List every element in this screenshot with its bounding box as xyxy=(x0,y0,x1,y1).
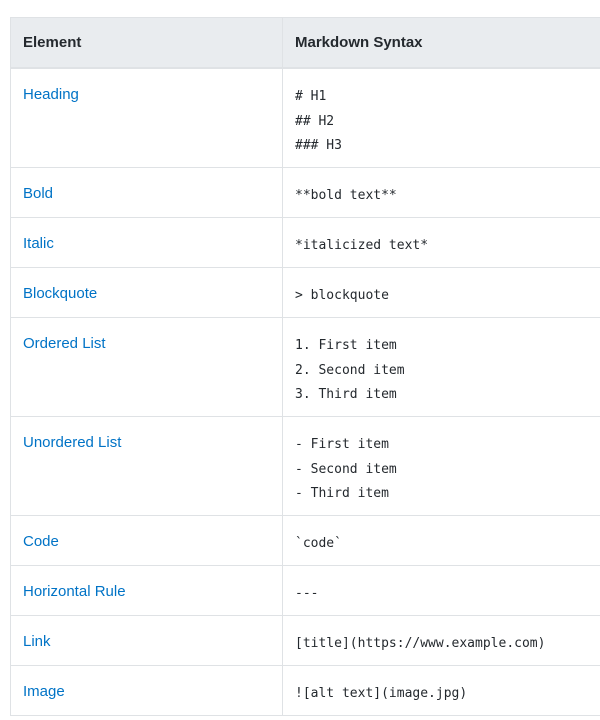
syntax-line: ![alt text](image.jpg) xyxy=(295,686,468,701)
syntax-cell: # H1 ## H2 ### H3 xyxy=(282,67,600,168)
markdown-cheatsheet-table: Element Markdown Syntax Heading # H1 ## … xyxy=(10,17,600,716)
syntax-line: 1. First item xyxy=(295,338,397,353)
table-row-image: Image ![alt text](image.jpg) xyxy=(10,665,600,716)
syntax-cell: --- xyxy=(282,565,600,616)
syntax-line: --- xyxy=(295,586,319,601)
table-row-link: Link [title](https://www.example.com) xyxy=(10,615,600,666)
syntax-line: **bold text** xyxy=(295,188,397,203)
table-row-horizontal-rule: Horizontal Rule --- xyxy=(10,565,600,616)
table-row-ordered-list: Ordered List 1. First item 2. Second ite… xyxy=(10,317,600,417)
element-cell: Horizontal Rule xyxy=(10,565,283,616)
syntax-line: - Third item xyxy=(295,486,389,501)
syntax-line: *italicized text* xyxy=(295,238,429,253)
table-header: Element Markdown Syntax xyxy=(10,17,600,69)
syntax-line: [title](https://www.example.com) xyxy=(295,636,546,651)
syntax-cell: *italicized text* xyxy=(282,217,600,268)
syntax-cell: **bold text** xyxy=(282,167,600,218)
table-row-bold: Bold **bold text** xyxy=(10,167,600,218)
markdown-cheatsheet-table-wrapper: Element Markdown Syntax Heading # H1 ## … xyxy=(10,17,600,716)
syntax-cell: `code` xyxy=(282,515,600,566)
syntax-line: `code` xyxy=(295,536,342,551)
element-link-ordered-list[interactable]: Ordered List xyxy=(23,335,106,352)
syntax-line: # H1 xyxy=(295,89,327,104)
element-cell: Image xyxy=(10,665,283,716)
syntax-line: 3. Third item xyxy=(295,387,397,402)
table-row-heading: Heading # H1 ## H2 ### H3 xyxy=(10,67,600,168)
syntax-cell: 1. First item 2. Second item 3. Third it… xyxy=(282,317,600,417)
element-cell: Blockquote xyxy=(10,267,283,318)
element-link-code[interactable]: Code xyxy=(23,533,59,550)
element-link-link[interactable]: Link xyxy=(23,633,51,650)
element-cell: Italic xyxy=(10,217,283,268)
table-row-unordered-list: Unordered List - First item - Second ite… xyxy=(10,416,600,516)
element-cell: Code xyxy=(10,515,283,566)
table-row-code: Code `code` xyxy=(10,515,600,566)
element-cell: Heading xyxy=(10,67,283,168)
element-link-bold[interactable]: Bold xyxy=(23,185,53,202)
syntax-line: ## H2 xyxy=(295,113,335,129)
element-link-italic[interactable]: Italic xyxy=(23,235,54,252)
element-cell: Unordered List xyxy=(10,416,283,516)
syntax-cell: [title](https://www.example.com) xyxy=(282,615,600,666)
syntax-line: > blockquote xyxy=(295,288,389,303)
element-link-blockquote[interactable]: Blockquote xyxy=(23,285,97,302)
element-cell: Link xyxy=(10,615,283,666)
syntax-line: - First item xyxy=(295,437,389,452)
header-row: Element Markdown Syntax xyxy=(10,17,600,69)
syntax-cell: ![alt text](image.jpg) xyxy=(282,665,600,716)
syntax-cell: > blockquote xyxy=(282,267,600,318)
table-row-blockquote: Blockquote > blockquote xyxy=(10,267,600,318)
element-cell: Bold xyxy=(10,167,283,218)
element-link-unordered-list[interactable]: Unordered List xyxy=(23,434,121,451)
table-body: Heading # H1 ## H2 ### H3 Bold **bold te… xyxy=(10,67,600,716)
element-link-image[interactable]: Image xyxy=(23,683,65,700)
table-row-italic: Italic *italicized text* xyxy=(10,217,600,268)
element-link-heading[interactable]: Heading xyxy=(23,86,79,103)
syntax-line: 2. Second item xyxy=(295,362,405,378)
header-markdown-syntax: Markdown Syntax xyxy=(282,17,600,69)
syntax-cell: - First item - Second item - Third item xyxy=(282,416,600,516)
syntax-line: - Second item xyxy=(295,461,397,477)
element-link-horizontal-rule[interactable]: Horizontal Rule xyxy=(23,583,126,600)
element-cell: Ordered List xyxy=(10,317,283,417)
syntax-line: ### H3 xyxy=(295,138,342,153)
header-element: Element xyxy=(10,17,283,69)
